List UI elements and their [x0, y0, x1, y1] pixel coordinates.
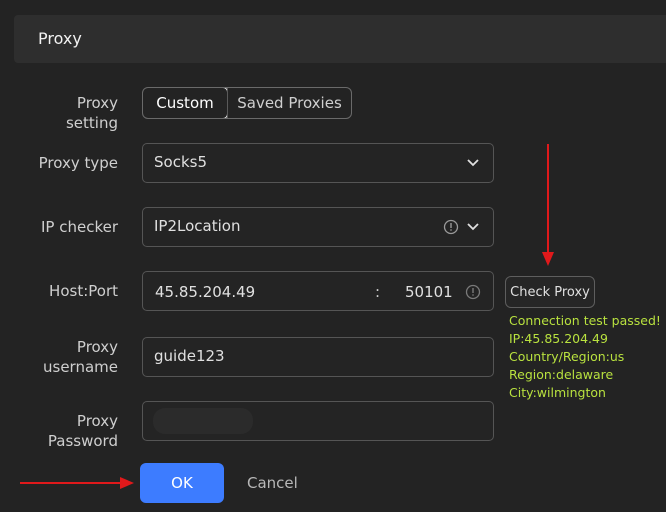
host-port-label: Host:Port — [49, 282, 118, 300]
dialog-header: Proxy — [14, 15, 666, 63]
port-input[interactable]: 50101 — [405, 283, 453, 301]
host-input[interactable]: 45.85.204.49 — [155, 283, 255, 301]
proxy-password-input[interactable] — [142, 401, 494, 441]
dialog-title: Proxy — [38, 29, 82, 48]
result-region: Region:delaware — [509, 367, 614, 382]
chevron-down-icon[interactable] — [465, 218, 481, 234]
result-country: Country/Region:us — [509, 349, 625, 364]
info-icon[interactable] — [465, 284, 481, 300]
annotation-arrow-right — [20, 477, 134, 489]
ip-checker-value: IP2Location — [154, 217, 241, 235]
saved-proxies-option-button[interactable]: Saved Proxies — [227, 88, 351, 118]
proxy-username-label-line1: Proxy — [76, 338, 118, 356]
chevron-down-icon[interactable] — [465, 154, 481, 170]
proxy-setting-label: Proxy setting — [65, 94, 118, 132]
result-city: City:wilmington — [509, 385, 606, 400]
ip-checker-label: IP checker — [40, 218, 118, 236]
proxy-setting-toggle: Custom Saved Proxies — [142, 87, 352, 119]
proxy-username-value: guide123 — [154, 347, 225, 365]
proxy-check-result: Connection test passed! IP:45.85.204.49 … — [509, 312, 661, 402]
annotation-arrow-down — [542, 144, 554, 266]
result-status: Connection test passed! — [509, 313, 661, 328]
proxy-type-select[interactable]: Socks5 — [142, 143, 494, 183]
proxy-username-label-line2: username — [43, 358, 118, 376]
proxy-type-value: Socks5 — [154, 153, 207, 171]
check-proxy-button[interactable]: Check Proxy — [505, 276, 595, 308]
info-icon[interactable] — [443, 219, 459, 235]
ok-button[interactable]: OK — [140, 463, 224, 503]
proxy-username-input[interactable]: guide123 — [142, 337, 494, 377]
ip-checker-select[interactable]: IP2Location — [142, 207, 494, 247]
host-port-field: 45.85.204.49 : 50101 — [142, 271, 494, 311]
host-port-separator: : — [375, 283, 381, 301]
cancel-button[interactable]: Cancel — [247, 474, 298, 492]
proxy-username-label: Proxy username — [30, 337, 118, 377]
custom-option-button[interactable]: Custom — [143, 88, 228, 118]
proxy-password-label: Proxy Password — [47, 412, 118, 450]
proxy-type-label: Proxy type — [38, 154, 118, 172]
result-ip: IP:45.85.204.49 — [509, 331, 608, 346]
password-redaction — [153, 408, 253, 434]
